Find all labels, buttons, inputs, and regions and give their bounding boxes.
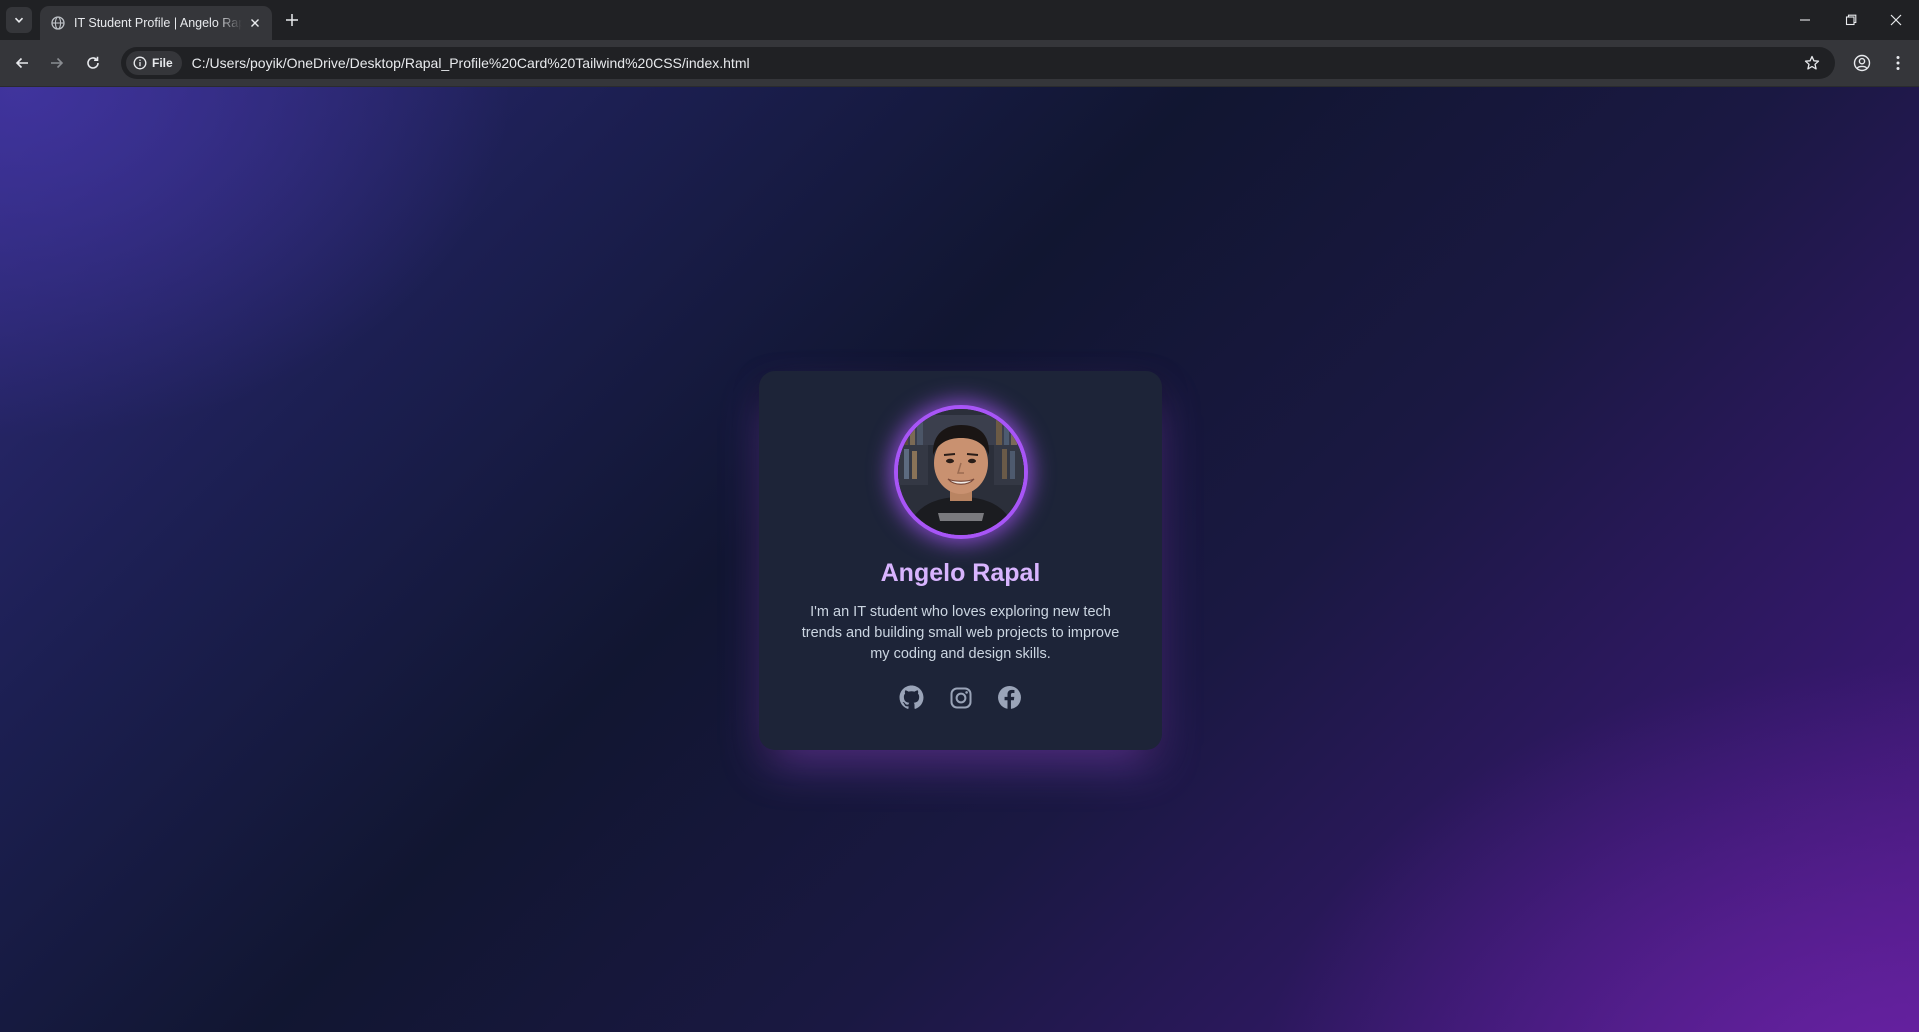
restore-icon (1845, 14, 1857, 26)
star-icon (1804, 55, 1820, 70)
plus-icon (286, 14, 298, 26)
social-links (759, 684, 1162, 711)
globe-icon (50, 15, 66, 31)
browser-toolbar: File C:/Users/poyik/OneDrive/Desktop/Rap… (0, 40, 1919, 87)
profile-bio: I'm an IT student who loves exploring ne… (801, 604, 1120, 662)
tab-title: IT Student Profile | Angelo Rapal (74, 16, 242, 30)
forward-button[interactable] (43, 49, 71, 77)
minimize-button[interactable] (1782, 0, 1828, 40)
restore-button[interactable] (1828, 0, 1874, 40)
new-tab-button[interactable] (281, 9, 303, 31)
facebook-icon (998, 686, 1021, 709)
browser-tab-strip: IT Student Profile | Angelo Rapal (0, 0, 1919, 40)
chevron-down-icon (14, 17, 24, 23)
tab-close-button[interactable] (246, 14, 264, 32)
arrow-left-icon (15, 57, 28, 69)
minimize-icon (1800, 19, 1810, 21)
reload-icon (87, 56, 99, 69)
github-link[interactable] (898, 684, 925, 711)
facebook-link[interactable] (996, 684, 1023, 711)
close-icon (251, 19, 259, 27)
instagram-link[interactable] (947, 684, 974, 711)
tab-search-button[interactable] (6, 7, 32, 33)
page-viewport: Angelo Rapal I'm an IT student who loves… (0, 87, 1919, 1032)
instagram-icon (950, 687, 971, 708)
close-icon (1890, 14, 1902, 26)
info-icon (133, 56, 147, 70)
avatar (894, 405, 1028, 539)
profile-card: Angelo Rapal I'm an IT student who loves… (759, 371, 1162, 750)
github-icon (899, 685, 924, 709)
account-icon (1853, 54, 1871, 72)
bookmark-button[interactable] (1801, 52, 1823, 74)
arrow-right-icon (51, 57, 64, 69)
address-bar[interactable]: File C:/Users/poyik/OneDrive/Desktop/Rap… (121, 47, 1835, 79)
reload-button[interactable] (79, 49, 107, 77)
back-button[interactable] (8, 49, 36, 77)
browser-menu-button[interactable] (1884, 49, 1912, 77)
kebab-menu-icon (1896, 56, 1900, 70)
url-text[interactable]: C:/Users/poyik/OneDrive/Desktop/Rapal_Pr… (192, 55, 750, 71)
site-chip-label: File (152, 56, 173, 70)
profile-name: Angelo Rapal (880, 559, 1041, 587)
avatar-photo (898, 409, 1024, 535)
profile-button[interactable] (1848, 49, 1876, 77)
browser-tab-active[interactable]: IT Student Profile | Angelo Rapal (40, 6, 272, 40)
site-info-chip[interactable]: File (126, 51, 182, 75)
close-window-button[interactable] (1873, 0, 1919, 40)
